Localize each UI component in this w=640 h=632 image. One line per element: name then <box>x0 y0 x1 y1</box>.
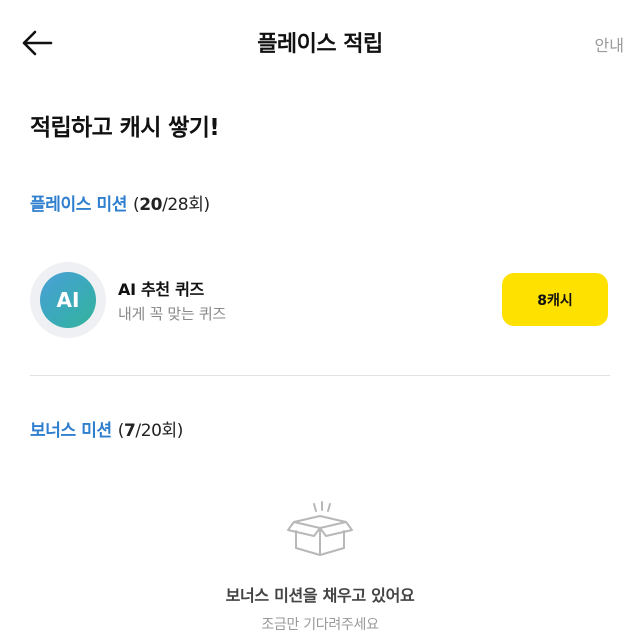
section-label: 플레이스 미션 <box>30 195 127 215</box>
section-label: 보너스 미션 <box>30 421 112 441</box>
ai-badge-icon: AI <box>40 272 96 328</box>
section-divider <box>30 375 610 376</box>
empty-state-subtitle: 조금만 기다려주세요 <box>261 617 379 632</box>
top-app-bar: 플레이스 적립 안내 <box>0 0 640 84</box>
mission-item[interactable]: AI AI 추천 퀴즈 내게 꼭 맞는 퀴즈 8캐시 <box>30 262 610 338</box>
guide-link[interactable]: 안내 <box>595 32 624 56</box>
completed-count: 20 <box>139 195 163 215</box>
place-mission-section-title: 플레이스 미션 (20/28회) <box>30 190 210 215</box>
mission-avatar: AI <box>30 262 106 338</box>
page-title: 플레이스 적립 <box>257 32 383 57</box>
reward-button[interactable]: 8캐시 <box>502 273 608 326</box>
open-box-icon <box>284 500 356 558</box>
total-count: /20회) <box>135 421 184 441</box>
mission-count: (20/28회) <box>132 195 210 215</box>
total-count: /28회) <box>162 195 210 215</box>
mission-count: (7/20회) <box>117 421 184 441</box>
completed-count: 7 <box>123 421 136 441</box>
mission-name: AI 추천 퀴즈 <box>118 280 204 299</box>
bonus-mission-section-title: 보너스 미션 (7/20회) <box>30 416 183 441</box>
mission-description: 내게 꼭 맞는 퀴즈 <box>118 305 226 323</box>
headline: 적립하고 캐시 쌓기! <box>30 115 220 141</box>
empty-state-title: 보너스 미션을 채우고 있어요 <box>225 586 415 605</box>
